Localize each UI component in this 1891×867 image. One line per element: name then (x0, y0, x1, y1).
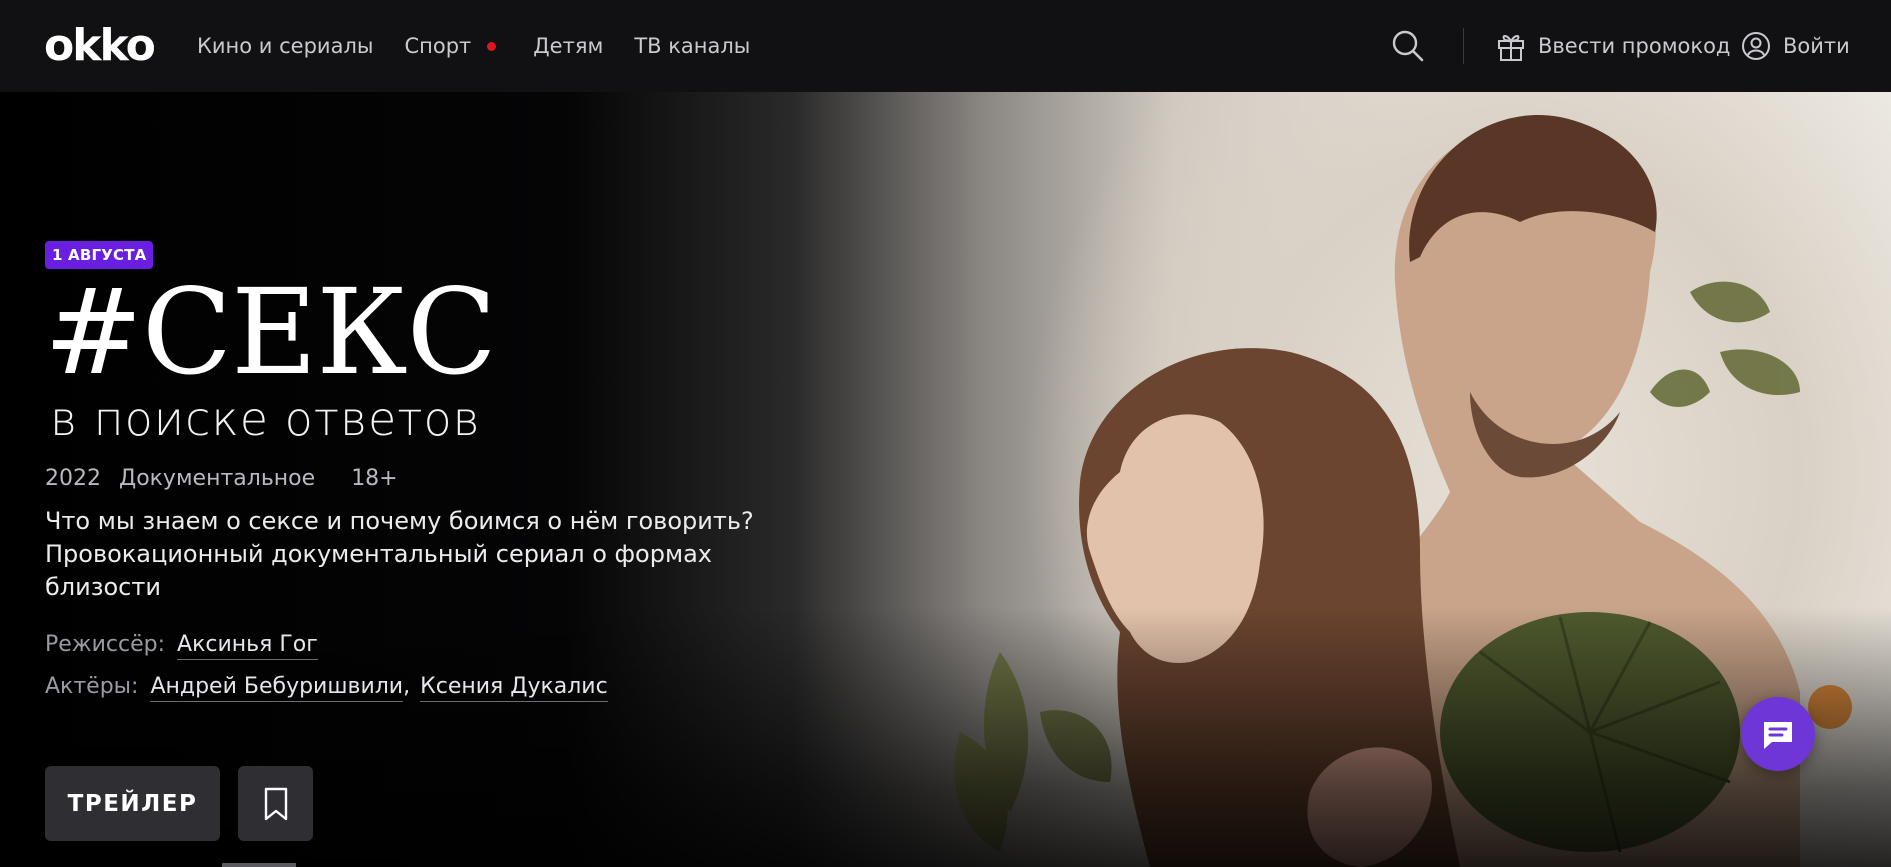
header-divider (1463, 28, 1464, 64)
trailer-label: ТРЕЙЛЕР (67, 790, 198, 817)
bookmark-button[interactable] (238, 766, 313, 841)
nav-label: Детям (533, 34, 604, 58)
login-label: Войти (1783, 34, 1850, 58)
nav-label: Спорт (404, 34, 472, 58)
bookmark-icon (264, 787, 287, 820)
logo-text: okko (44, 20, 156, 71)
nav-label: Кино и сериалы (197, 34, 374, 58)
director-link[interactable]: Аксинья Гог (177, 632, 318, 660)
show-title: #СЕКС (44, 263, 497, 401)
chat-icon (1764, 722, 1792, 749)
gift-icon (1498, 35, 1524, 61)
nav-item-movies-series[interactable]: Кино и сериалы (197, 34, 373, 58)
show-subtitle: в поиске ответов (50, 392, 481, 446)
top-header: okko Кино и сериалы Спорт Детям ТВ канал… (0, 0, 1891, 92)
main-nav: Кино и сериалы Спорт Детям ТВ каналы (197, 0, 781, 92)
nav-item-kids[interactable]: Детям (533, 34, 603, 58)
actor-link[interactable]: Ксения Дукалис (420, 674, 608, 702)
nav-item-sport[interactable]: Спорт (404, 34, 502, 58)
search-icon (1392, 30, 1424, 62)
user-icon (1742, 32, 1770, 60)
support-chat-button[interactable] (1741, 697, 1815, 771)
trailer-button[interactable]: ТРЕЙЛЕР (45, 766, 220, 841)
show-genre: Документальное (119, 466, 316, 491)
actors-row: Актёры: Андрей Бебуришвили, Ксения Дукал… (45, 674, 608, 716)
director-label: Режиссёр: (45, 632, 166, 657)
hero-banner: 1 АВГУСТА #СЕКС в поиске ответов 2022 До… (0, 92, 1891, 867)
search-button[interactable] (1390, 28, 1426, 64)
carousel-indicator[interactable] (222, 863, 296, 867)
promo-label: Ввести промокод (1538, 34, 1731, 58)
actor-separator: , (403, 674, 411, 699)
login-button[interactable]: Войти (1741, 28, 1850, 64)
promo-code-button[interactable]: Ввести промокод (1496, 28, 1730, 64)
show-meta: 2022 Документальное 18+ (45, 466, 416, 491)
nav-item-tv-channels[interactable]: ТВ каналы (634, 34, 750, 58)
director-row: Режиссёр: Аксинья Гог (45, 632, 608, 674)
age-rating: 18+ (351, 466, 398, 491)
show-description: Что мы знаем о сексе и почему боимся о н… (45, 507, 754, 601)
actors-label: Актёры: (45, 674, 139, 699)
live-indicator-icon (487, 41, 497, 51)
okko-logo[interactable]: okko (44, 20, 156, 71)
nav-label: ТВ каналы (634, 34, 751, 58)
show-credits: Режиссёр: Аксинья Гог Актёры: Андрей Беб… (45, 632, 608, 716)
actor-link[interactable]: Андрей Бебуришвили (150, 674, 404, 702)
show-year: 2022 (45, 466, 101, 491)
